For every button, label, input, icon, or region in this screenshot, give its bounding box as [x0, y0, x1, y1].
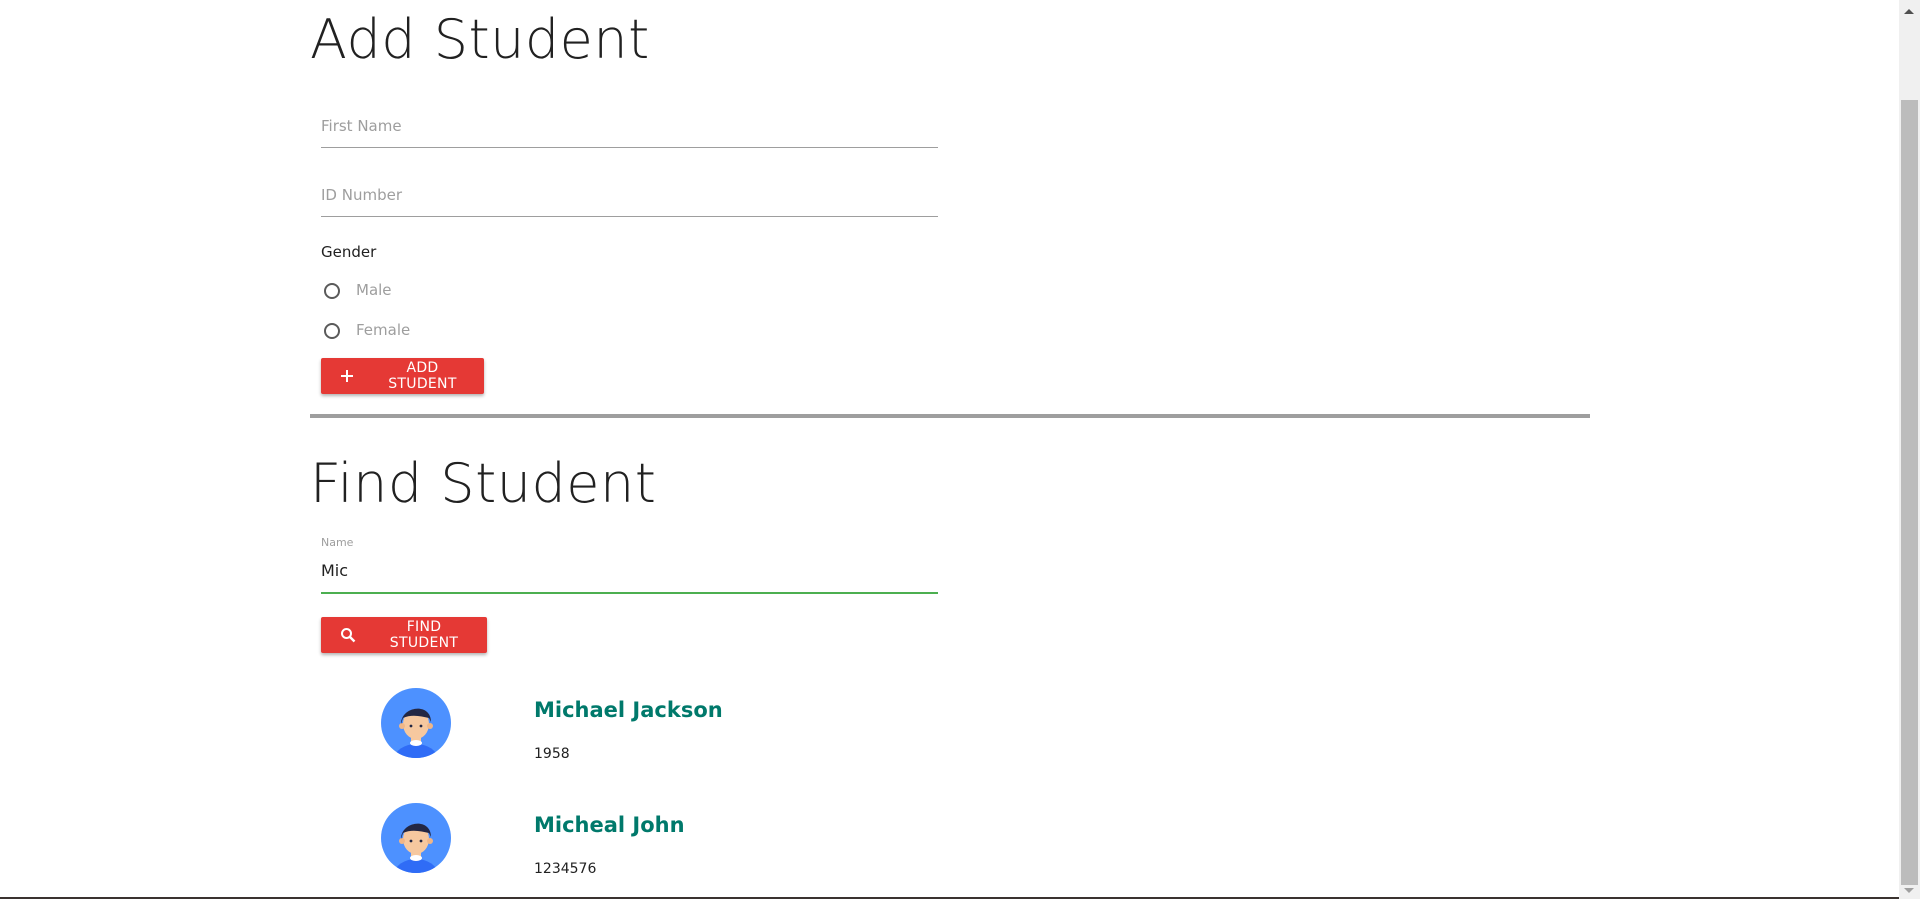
student-id: 1234576 — [534, 861, 597, 877]
find-student-title: Find Student — [310, 452, 657, 515]
first-name-underline — [321, 147, 938, 148]
radio-male-label[interactable]: Male — [356, 281, 392, 299]
avatar-icon — [381, 803, 451, 873]
student-name[interactable]: Michael Jackson — [534, 698, 723, 722]
find-student-label: FIND STUDENT — [389, 619, 459, 651]
student-name[interactable]: Micheal John — [534, 813, 685, 837]
scroll-up-arrow-icon[interactable] — [1904, 9, 1914, 14]
first-name-placeholder[interactable]: First Name — [321, 117, 402, 135]
gender-label: Gender — [321, 243, 377, 261]
id-number-underline — [321, 216, 938, 217]
find-student-button[interactable]: FIND STUDENT — [321, 617, 487, 653]
avatar-icon — [381, 688, 451, 758]
radio-circle-icon[interactable] — [324, 323, 340, 339]
add-student-title: Add Student — [310, 8, 650, 71]
section-divider — [310, 414, 1590, 418]
name-underline-focused — [321, 592, 938, 594]
name-field-label: Name — [321, 536, 354, 549]
scrollbar-thumb[interactable] — [1901, 100, 1918, 885]
id-number-placeholder[interactable]: ID Number — [321, 186, 402, 204]
add-student-label: ADD STUDENT — [388, 360, 457, 392]
add-student-button[interactable]: ADD STUDENT — [321, 358, 484, 394]
name-input[interactable]: Mic — [321, 561, 348, 580]
search-icon — [339, 627, 356, 643]
vertical-scrollbar[interactable] — [1899, 0, 1920, 899]
radio-female-label[interactable]: Female — [356, 321, 410, 339]
plus-icon — [339, 369, 356, 383]
scroll-down-arrow-icon[interactable] — [1904, 888, 1914, 893]
radio-circle-icon[interactable] — [324, 283, 340, 299]
student-id: 1958 — [534, 746, 570, 762]
